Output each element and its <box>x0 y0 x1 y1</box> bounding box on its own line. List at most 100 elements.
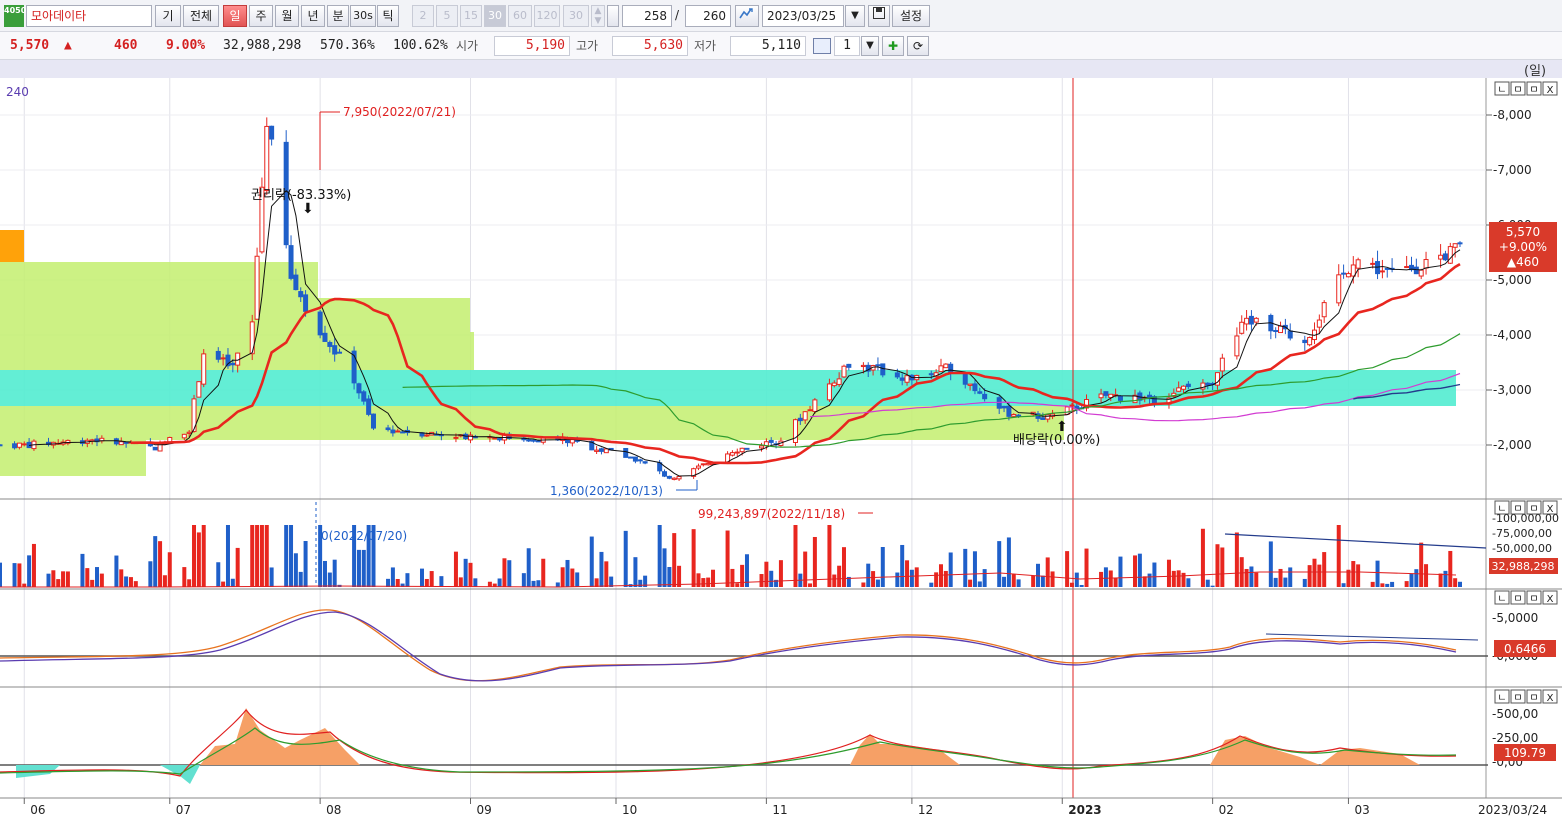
candle-body <box>836 378 842 385</box>
period-spinner[interactable]: ▲ ▼ <box>591 5 605 27</box>
candle-body <box>181 433 187 439</box>
candle-body <box>1045 414 1051 420</box>
candle-body <box>400 431 406 434</box>
period-15-button[interactable]: 15 <box>460 5 482 27</box>
volume-bar <box>473 578 478 587</box>
volume-bar <box>1200 528 1205 587</box>
volume-bar <box>0 562 2 587</box>
chart-area[interactable]: (일) 240 7,950(2022/07/21) 권리락(-83.33%) ⬇… <box>0 60 1562 818</box>
date-dropdown-icon[interactable]: ▼ <box>845 5 865 27</box>
30s-button[interactable]: 30s <box>350 5 376 27</box>
volume-axis: -100,000,00-75,000,00-50,000,00 <box>1492 512 1559 555</box>
week-button[interactable]: 주 <box>249 5 273 27</box>
x-tick-label: 12 <box>918 803 933 817</box>
volume-bar <box>735 583 740 587</box>
month-button[interactable]: 월 <box>275 5 299 27</box>
candle-body <box>632 456 638 462</box>
settings-button[interactable]: 설정 <box>892 5 930 27</box>
volume-bar <box>1133 555 1138 587</box>
volume-bar <box>832 574 837 587</box>
volume-bar <box>905 560 910 587</box>
volume-bar <box>536 580 541 587</box>
volume-bar <box>725 530 730 587</box>
period-120-button[interactable]: 120 <box>534 5 560 27</box>
volume-bar <box>827 525 832 587</box>
save-icon[interactable] <box>868 5 890 27</box>
open-value: 5,190 <box>494 36 570 56</box>
candle-body <box>1117 395 1123 401</box>
volume-bar <box>589 536 594 587</box>
candle-body <box>12 443 18 449</box>
symbol-badge[interactable]: 4050 <box>4 5 26 27</box>
volume-bar <box>1210 585 1215 587</box>
volume-bar <box>934 572 939 587</box>
volume-tick-label: -75,000,00 <box>1492 527 1552 540</box>
volume-bar <box>968 579 973 587</box>
volume-bar <box>201 525 206 587</box>
volume-bar <box>1273 577 1278 587</box>
minute-button[interactable]: 분 <box>327 5 349 27</box>
candle-body <box>303 294 309 312</box>
panel-button-label: X <box>1547 693 1554 704</box>
all-button[interactable]: 전체 <box>183 5 219 27</box>
period-5-button[interactable]: 5 <box>436 5 458 27</box>
x-tick-label: 2023 <box>1068 803 1101 817</box>
panel-button-label: X <box>1547 504 1554 515</box>
chart-header-strip <box>0 60 1562 78</box>
date-input[interactable]: 2023/03/25 <box>762 5 844 27</box>
year-button[interactable]: 년 <box>301 5 325 27</box>
reload-icon[interactable]: ⟳ <box>907 36 929 56</box>
qty-dropdown-icon[interactable]: ▼ <box>861 36 879 56</box>
candle-body <box>152 446 158 451</box>
candle-body <box>1307 336 1313 346</box>
stock-name-input[interactable]: 모아데이타 <box>26 5 152 27</box>
candle-body <box>322 332 328 342</box>
order-checkbox[interactable] <box>813 38 831 54</box>
volume-bar <box>1404 581 1409 587</box>
period-30-button[interactable]: 30 <box>484 5 506 27</box>
volume-bar <box>1317 564 1322 587</box>
volume-bar <box>730 568 735 587</box>
day-button[interactable]: 일 <box>223 5 247 27</box>
count-total-input[interactable]: 260 <box>685 5 731 27</box>
price-arrow-icon: ▲ <box>64 38 72 53</box>
period-2-button[interactable]: 2 <box>412 5 434 27</box>
volume-bar <box>526 548 531 587</box>
qty-input[interactable]: 1 <box>834 36 860 56</box>
tick-button[interactable]: 틱 <box>377 5 399 27</box>
candle-body <box>186 431 192 434</box>
stock-chart[interactable]: (일) 240 7,950(2022/07/21) 권리락(-83.33%) ⬇… <box>0 60 1562 818</box>
gi-button[interactable]: 기 <box>155 5 181 27</box>
period-60-button[interactable]: 60 <box>508 5 532 27</box>
volume-bar <box>133 581 138 587</box>
candle-body <box>1016 414 1022 417</box>
count-separator: / <box>675 8 680 22</box>
volume-bar <box>322 560 327 587</box>
period-custom-input[interactable]: 30 <box>563 5 589 27</box>
toolbar: 4050 모아데이타 기 전체 일 주 월 년 분 30s 틱 2 5 15 3… <box>0 0 1562 32</box>
count-divider-handle[interactable] <box>607 5 619 27</box>
volume-bar <box>1205 579 1210 587</box>
candle-body <box>288 245 294 279</box>
add-icon[interactable]: ✚ <box>882 36 904 56</box>
volume-bar <box>740 564 745 587</box>
candle-body <box>938 365 944 372</box>
volume-bar <box>1142 576 1147 587</box>
candle-body <box>1370 262 1376 265</box>
open-label: 시가 <box>456 39 479 53</box>
candle-body <box>337 351 343 354</box>
candle-body <box>1413 266 1419 275</box>
candle-body <box>1176 387 1182 392</box>
candle-body <box>118 441 124 446</box>
refresh-chart-icon[interactable] <box>735 5 759 27</box>
volume-bar <box>85 568 90 587</box>
volume-bar <box>56 579 61 587</box>
volume-bar <box>560 567 565 587</box>
volume-bar <box>1443 570 1448 587</box>
volume-bar <box>861 582 866 587</box>
volume-bar <box>808 583 813 587</box>
osc-tick-label: -500,00 <box>1492 707 1538 721</box>
candle-body <box>1239 321 1245 334</box>
count-current-input[interactable]: 258 <box>622 5 672 27</box>
volume-bar <box>1370 581 1375 587</box>
